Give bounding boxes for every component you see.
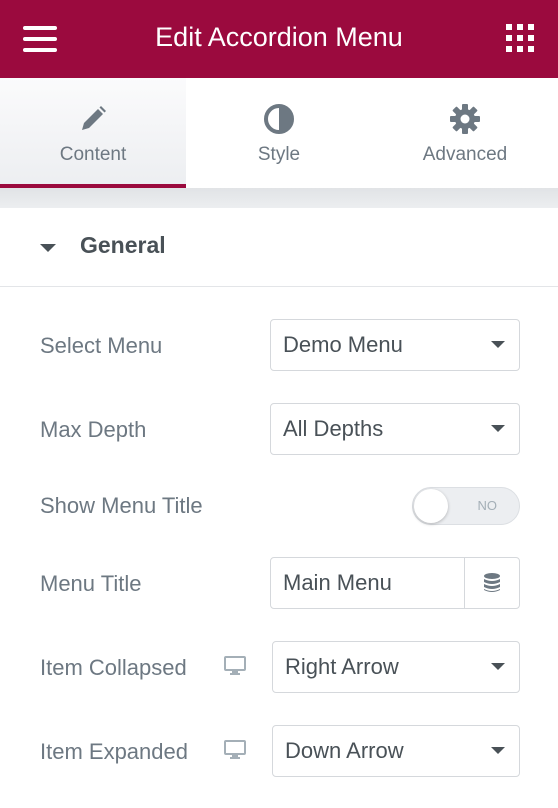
max-depth-value: All Depths (283, 416, 384, 441)
tab-bar: Content Style Advanced (0, 78, 558, 188)
item-expanded-value: Down Arrow (285, 738, 404, 763)
tab-content[interactable]: Content (0, 78, 186, 188)
section-divider (0, 188, 558, 208)
section-general-header[interactable]: General (0, 208, 558, 287)
max-depth-label: Max Depth (40, 417, 147, 442)
item-collapsed-dropdown[interactable]: Right Arrow (272, 641, 520, 693)
tab-style[interactable]: Style (186, 78, 372, 188)
show-menu-title-toggle[interactable]: NO (412, 487, 520, 525)
desktop-icon[interactable] (224, 740, 246, 765)
chevron-down-icon (491, 425, 505, 432)
panel-title: Edit Accordion Menu (155, 22, 403, 52)
tab-advanced-label: Advanced (422, 144, 508, 165)
toggle-knob (414, 489, 448, 523)
half-circle-icon (186, 102, 372, 136)
menu-title-label: Menu Title (40, 571, 142, 596)
item-collapsed-value: Right Arrow (285, 654, 399, 679)
pencil-icon (0, 102, 186, 136)
select-menu-dropdown[interactable]: Demo Menu (270, 319, 520, 371)
caret-down-icon (40, 244, 56, 252)
select-menu-value: Demo Menu (283, 332, 403, 357)
grid-icon[interactable] (506, 24, 534, 52)
chevron-down-icon (491, 663, 505, 670)
item-expanded-label: Item Expanded (40, 739, 188, 764)
section-title: General (80, 232, 166, 258)
panel-header: Edit Accordion Menu (0, 0, 558, 78)
menu-title-value: Main Menu (283, 570, 392, 595)
select-menu-label: Select Menu (40, 333, 163, 358)
tab-content-label: Content (59, 144, 127, 165)
tab-advanced[interactable]: Advanced (372, 78, 558, 188)
gear-icon (372, 102, 558, 136)
chevron-down-icon (491, 341, 505, 348)
menu-title-input[interactable]: Main Menu (270, 557, 520, 609)
item-expanded-dropdown[interactable]: Down Arrow (272, 725, 520, 777)
item-collapsed-label: Item Collapsed (40, 655, 187, 680)
desktop-icon[interactable] (224, 656, 246, 681)
tab-style-label: Style (257, 144, 301, 165)
toggle-state-label: NO (477, 498, 498, 513)
database-icon[interactable] (464, 558, 519, 608)
max-depth-dropdown[interactable]: All Depths (270, 403, 520, 455)
chevron-down-icon (491, 747, 505, 754)
show-menu-title-label: Show Menu Title (40, 493, 203, 518)
